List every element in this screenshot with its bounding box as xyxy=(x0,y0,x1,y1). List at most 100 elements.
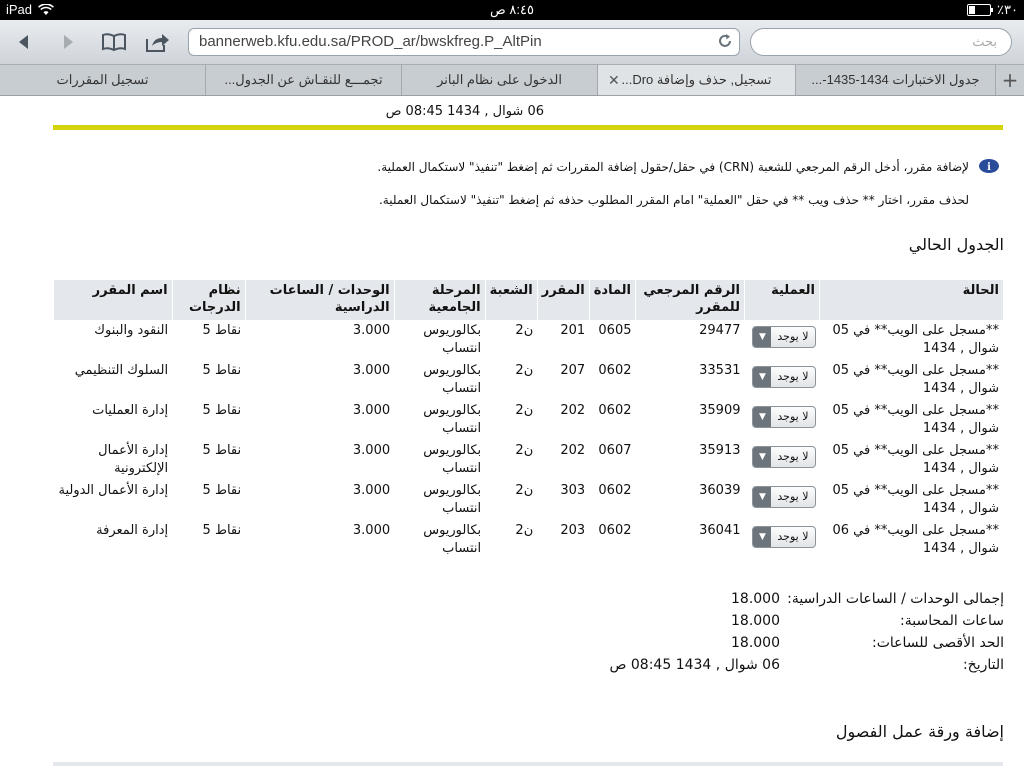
chevron-down-icon: ▼ xyxy=(753,367,772,387)
row-grade-mode: نقاط 5 xyxy=(202,483,242,498)
tab-bar: جدول الاختبارات 1434-1435-... تسجيل, حذف… xyxy=(0,65,1024,96)
table-header-row: الحالة العملية الرقم المرجعي للمقرر الما… xyxy=(53,280,1003,320)
row-level: بكالوريوس انتساب xyxy=(423,483,482,516)
header-divider xyxy=(53,125,1003,130)
col-credits: الوحدات / الساعات الدراسية xyxy=(244,280,395,320)
instruction-drop: لحذف مقرر، اختار ** حذف ويب ** في حقل "ا… xyxy=(378,193,969,207)
new-tab-button[interactable]: + xyxy=(996,65,1024,95)
page-content: 06 شوال , 1434 08:45 ص i لإضافة مقرر، أد… xyxy=(0,96,1024,768)
row-subject: 0602 xyxy=(598,363,632,378)
tab-label: الدخول على نظام البانر xyxy=(437,72,562,87)
plus-icon: + xyxy=(1001,68,1019,92)
table-row: **مسجل على الويب** في 05 شوال , 1434 لا ي… xyxy=(54,320,1004,360)
row-grade-mode: نقاط 5 xyxy=(202,443,242,458)
row-status: **مسجل على الويب** في 05 شوال , 1434 xyxy=(832,443,1000,476)
search-placeholder: بحث xyxy=(972,34,997,49)
max-hours-value: 18.000 xyxy=(731,635,780,651)
table-row: **مسجل على الويب** في 05 شوال , 1434 لا ي… xyxy=(54,360,1004,400)
row-status: **مسجل على الويب** في 05 شوال , 1434 xyxy=(832,323,1000,356)
row-section: ن2 xyxy=(515,523,534,538)
tab-banner-login[interactable]: الدخول على نظام البانر xyxy=(402,65,598,95)
footer-divider xyxy=(53,762,1003,766)
row-credits: 3.000 xyxy=(352,443,391,458)
row-title: إدارة المعرفة xyxy=(96,523,169,538)
row-status: **مسجل على الويب** في 05 شوال , 1434 xyxy=(832,363,1000,396)
row-level: بكالوريوس انتساب xyxy=(423,443,482,476)
row-action: لا يوجد ▼ xyxy=(745,480,820,520)
url-field[interactable]: bannerweb.kfu.edu.sa/PROD_ar/bwskfreg.P_… xyxy=(188,28,740,56)
action-select[interactable]: لا يوجد ▼ xyxy=(752,486,816,508)
back-icon xyxy=(19,35,28,49)
instruction-add: لإضافة مقرر، أدخل الرقم المرجعي للشعبة (… xyxy=(377,160,969,174)
tab-label: تسجيل, حذف وإضافة Dro... xyxy=(621,72,772,87)
date-label: التاريخ: xyxy=(962,657,1004,673)
row-subject: 0605 xyxy=(598,323,632,338)
browser-toolbar: bannerweb.kfu.edu.sa/PROD_ar/bwskfreg.P_… xyxy=(0,20,1024,65)
action-select[interactable]: لا يوجد ▼ xyxy=(752,406,816,428)
row-crn: 36041 xyxy=(699,523,741,538)
info-icon: i xyxy=(979,159,999,173)
tab-registration[interactable]: تسجيل, حذف وإضافة Dro... ✕ xyxy=(598,65,796,95)
billing-hours-value: 18.000 xyxy=(731,613,780,629)
tab-label: تسجيل المقررات xyxy=(56,72,149,87)
max-hours-label: الحد الأقصى للساعات: xyxy=(872,635,1004,651)
svg-text:i: i xyxy=(987,162,991,173)
row-credits: 3.000 xyxy=(352,523,391,538)
row-crn: 29477 xyxy=(699,323,741,338)
row-credits: 3.000 xyxy=(352,323,391,338)
row-crn: 35913 xyxy=(699,443,741,458)
tab-label: تجمـــع للنقـاش عن الجدول... xyxy=(224,72,383,87)
reload-icon[interactable] xyxy=(717,33,733,53)
row-section: ن2 xyxy=(515,323,534,338)
row-credits: 3.000 xyxy=(352,403,391,418)
tab-course-registration[interactable]: تسجيل المقررات xyxy=(0,65,206,95)
row-action: لا يوجد ▼ xyxy=(745,400,820,440)
chevron-down-icon: ▼ xyxy=(753,487,772,507)
schedule-table: الحالة العملية الرقم المرجعي للمقرر الما… xyxy=(53,280,1003,560)
row-section: ن2 xyxy=(515,483,534,498)
row-section: ن2 xyxy=(515,443,534,458)
row-course: 203 xyxy=(560,523,586,538)
row-action: لا يوجد ▼ xyxy=(745,520,820,560)
row-title: النقود والبنوك xyxy=(94,323,169,338)
tab-exam-schedule[interactable]: جدول الاختبارات 1434-1435-... xyxy=(796,65,996,95)
row-course: 207 xyxy=(560,363,586,378)
row-grade-mode: نقاط 5 xyxy=(202,403,242,418)
row-action: لا يوجد ▼ xyxy=(745,320,820,360)
status-time: ٨:٤٥ ص xyxy=(490,2,534,17)
search-field[interactable]: بحث xyxy=(750,28,1012,56)
bookmarks-button[interactable] xyxy=(100,28,128,56)
row-title: إدارة الأعمال الإلكترونية xyxy=(98,443,169,476)
row-section: ن2 xyxy=(515,363,534,378)
row-title: السلوك التنظيمي xyxy=(74,363,169,378)
action-select[interactable]: لا يوجد ▼ xyxy=(752,446,816,468)
battery-percent: ٪٣٠ xyxy=(997,2,1018,17)
back-button[interactable] xyxy=(10,28,38,56)
row-course: 303 xyxy=(560,483,586,498)
chevron-down-icon: ▼ xyxy=(753,327,772,347)
action-select[interactable]: لا يوجد ▼ xyxy=(752,366,816,388)
row-level: بكالوريوس انتساب xyxy=(423,323,482,356)
total-credits-value: 18.000 xyxy=(731,591,780,607)
chevron-down-icon: ▼ xyxy=(753,407,772,427)
action-select[interactable]: لا يوجد ▼ xyxy=(752,326,816,348)
row-title: إدارة العمليات xyxy=(92,403,169,418)
row-grade-mode: نقاط 5 xyxy=(202,363,242,378)
row-status: **مسجل على الويب** في 05 شوال , 1434 xyxy=(832,403,1000,436)
share-button[interactable] xyxy=(143,28,171,56)
action-select[interactable]: لا يوجد ▼ xyxy=(752,526,816,548)
close-icon[interactable]: ✕ xyxy=(608,72,620,89)
row-action: لا يوجد ▼ xyxy=(745,360,820,400)
table-row: **مسجل على الويب** في 05 شوال , 1434 لا ي… xyxy=(54,480,1004,520)
forward-button[interactable] xyxy=(54,28,82,56)
row-credits: 3.000 xyxy=(352,483,391,498)
battery-icon xyxy=(967,4,994,16)
row-section: ن2 xyxy=(515,403,534,418)
row-crn: 36039 xyxy=(699,483,741,498)
tab-discussion[interactable]: تجمـــع للنقـاش عن الجدول... xyxy=(206,65,402,95)
row-subject: 0602 xyxy=(598,523,632,538)
col-action: العملية xyxy=(744,280,820,320)
share-icon xyxy=(146,34,169,52)
book-icon xyxy=(102,33,126,52)
total-credits-label: إجمالى الوحدات / الساعات الدراسية: xyxy=(787,591,1004,607)
